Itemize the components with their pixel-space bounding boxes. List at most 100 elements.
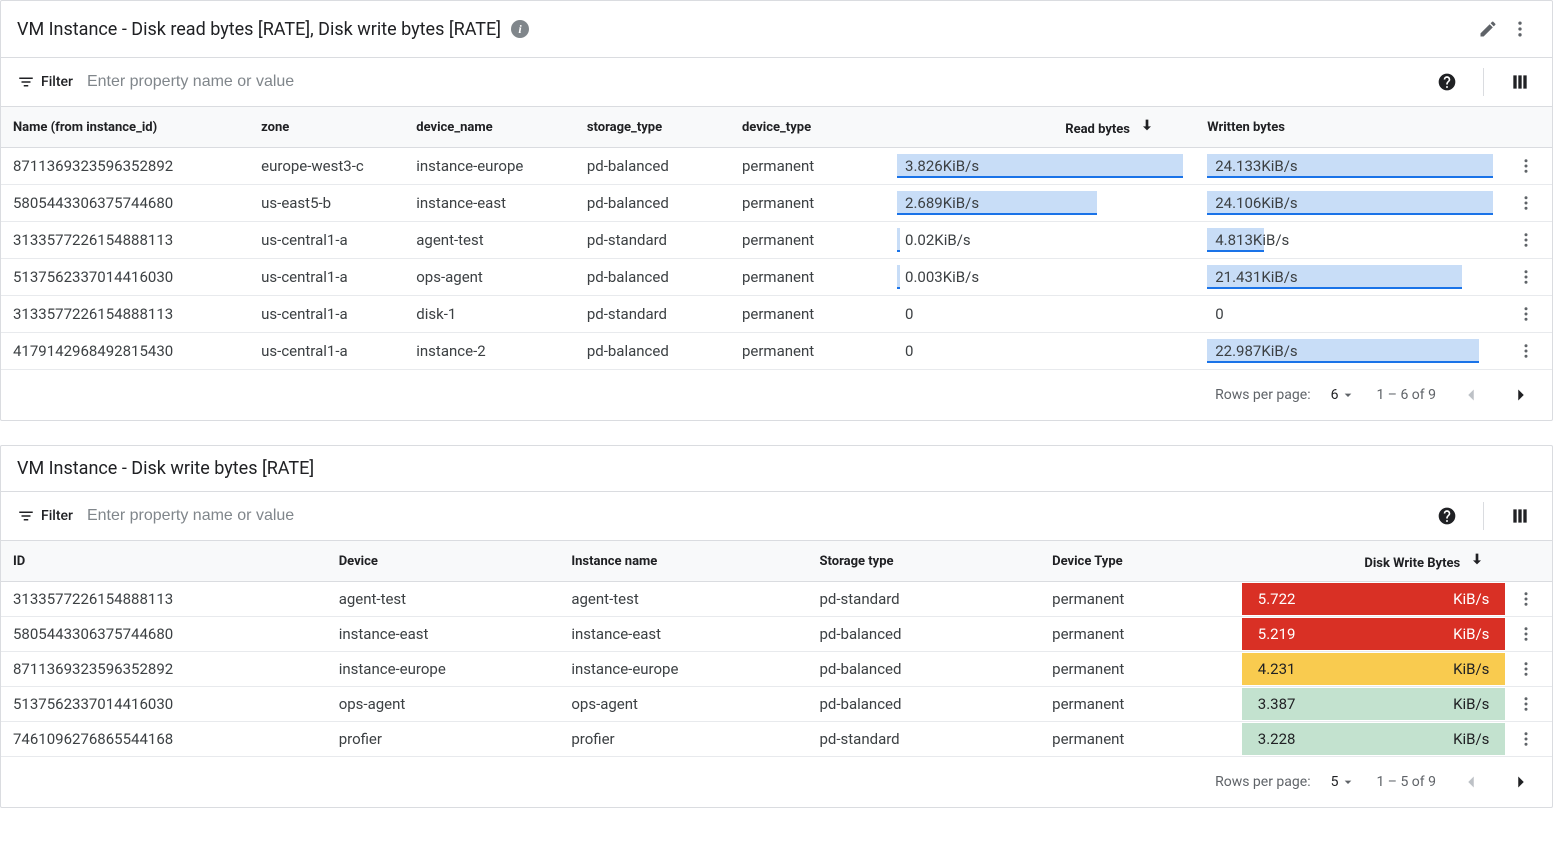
zone: us-central1-a: [249, 296, 404, 333]
zone: us-central1-a: [249, 333, 404, 370]
row-actions-button[interactable]: [1505, 687, 1552, 722]
table-row: 3133577226154888113us-central1-aagent-te…: [1, 222, 1552, 259]
table-row: 7461096276865544168profierprofierpd-stan…: [1, 722, 1552, 757]
storage: pd-standard: [575, 296, 730, 333]
name: 8711369323596352892: [1, 148, 249, 185]
row-actions-button[interactable]: [1505, 296, 1552, 333]
row-actions-button[interactable]: [1505, 259, 1552, 296]
sort-desc-icon: [1139, 122, 1155, 137]
device: instance-europe: [327, 652, 560, 687]
columns-icon[interactable]: [1504, 500, 1536, 532]
dropdown-icon: [1340, 387, 1356, 403]
filter-input[interactable]: [85, 72, 1419, 92]
table-header-row: ID Device Instance name Storage type Dev…: [1, 541, 1552, 582]
storage: pd-balanced: [808, 687, 1041, 722]
zone: us-east5-b: [249, 185, 404, 222]
cell-read: 2.689KiB/s: [885, 185, 1195, 222]
name: 5805443306375744680: [1, 185, 249, 222]
id: 5137562337014416030: [1, 687, 327, 722]
row-actions-button[interactable]: [1505, 148, 1552, 185]
cell-write-bytes: 5.219KiB/s: [1242, 617, 1506, 652]
row-actions-button[interactable]: [1505, 333, 1552, 370]
devtype: permanent: [730, 259, 885, 296]
zone: europe-west3-c: [249, 148, 404, 185]
storage: pd-standard: [575, 222, 730, 259]
filter-list-icon: [17, 73, 35, 91]
filter-input[interactable]: [85, 506, 1419, 526]
row-actions-button[interactable]: [1505, 617, 1552, 652]
table-row: 5805443306375744680us-east5-binstance-ea…: [1, 185, 1552, 222]
row-actions-button[interactable]: [1505, 582, 1552, 617]
device: disk-1: [404, 296, 575, 333]
devtype: permanent: [730, 333, 885, 370]
id: 5805443306375744680: [1, 617, 327, 652]
device: ops-agent: [404, 259, 575, 296]
row-actions-button[interactable]: [1505, 185, 1552, 222]
help-icon[interactable]: [1431, 500, 1463, 532]
pagination: Rows per page: 6 1 – 6 of 9: [1, 370, 1552, 420]
col-storage-type[interactable]: Storage type: [808, 541, 1041, 582]
col-read-bytes[interactable]: Read bytes: [885, 107, 1195, 148]
col-written-bytes[interactable]: Written bytes: [1195, 107, 1505, 148]
columns-icon[interactable]: [1504, 66, 1536, 98]
devtype: permanent: [730, 222, 885, 259]
storage: pd-balanced: [808, 652, 1041, 687]
page-range: 1 – 5 of 9: [1376, 774, 1436, 790]
cell-write-bytes: 5.722KiB/s: [1242, 582, 1506, 617]
rpp-select[interactable]: 5: [1331, 774, 1357, 790]
panel-header: VM Instance - Disk read bytes [RATE], Di…: [1, 1, 1552, 58]
panel-title: VM Instance - Disk write bytes [RATE]: [17, 458, 314, 479]
cell-write-bytes: 3.228KiB/s: [1242, 722, 1506, 757]
col-device-type[interactable]: device_type: [730, 107, 885, 148]
table-write-bytes: ID Device Instance name Storage type Dev…: [1, 541, 1552, 757]
device: ops-agent: [327, 687, 560, 722]
storage: pd-standard: [808, 722, 1041, 757]
col-device-type[interactable]: Device Type: [1040, 541, 1242, 582]
help-icon[interactable]: [1431, 66, 1463, 98]
id: 8711369323596352892: [1, 652, 327, 687]
id: 3133577226154888113: [1, 582, 327, 617]
info-icon[interactable]: i: [511, 20, 529, 38]
rpp-select[interactable]: 6: [1331, 387, 1357, 403]
device: agent-test: [404, 222, 575, 259]
panel-header: VM Instance - Disk write bytes [RATE]: [1, 446, 1552, 492]
row-actions-button[interactable]: [1505, 222, 1552, 259]
name: 3133577226154888113: [1, 222, 249, 259]
rpp-label: Rows per page:: [1215, 387, 1310, 403]
next-page-button[interactable]: [1506, 380, 1536, 410]
panel-read-write: VM Instance - Disk read bytes [RATE], Di…: [0, 0, 1553, 421]
table-row: 3133577226154888113agent-testagent-testp…: [1, 582, 1552, 617]
table-row: 5805443306375744680instance-eastinstance…: [1, 617, 1552, 652]
next-page-button[interactable]: [1506, 767, 1536, 797]
edit-icon[interactable]: [1472, 13, 1504, 45]
col-name[interactable]: Name (from instance_id): [1, 107, 249, 148]
table-row: 8711369323596352892europe-west3-cinstanc…: [1, 148, 1552, 185]
table-row: 3133577226154888113us-central1-adisk-1pd…: [1, 296, 1552, 333]
cell-write: 22.987KiB/s: [1195, 333, 1505, 370]
col-zone[interactable]: zone: [249, 107, 404, 148]
col-device-name[interactable]: device_name: [404, 107, 575, 148]
panel-write-bytes: VM Instance - Disk write bytes [RATE] Fi…: [0, 445, 1553, 808]
devtype: permanent: [1040, 687, 1242, 722]
sort-desc-icon: [1469, 556, 1485, 571]
col-device[interactable]: Device: [327, 541, 560, 582]
row-actions-button[interactable]: [1505, 652, 1552, 687]
col-instance-name[interactable]: Instance name: [559, 541, 807, 582]
device: instance-east: [404, 185, 575, 222]
col-id[interactable]: ID: [1, 541, 327, 582]
storage: pd-balanced: [575, 333, 730, 370]
prev-page-button[interactable]: [1456, 767, 1486, 797]
name: 4179142968492815430: [1, 333, 249, 370]
inst: instance-east: [559, 617, 807, 652]
col-disk-write-bytes[interactable]: Disk Write Bytes: [1242, 541, 1506, 582]
pagination: Rows per page: 5 1 – 5 of 9: [1, 757, 1552, 807]
devtype: permanent: [1040, 652, 1242, 687]
cell-read: 0.003KiB/s: [885, 259, 1195, 296]
row-actions-button[interactable]: [1505, 722, 1552, 757]
table-read-write: Name (from instance_id) zone device_name…: [1, 107, 1552, 370]
prev-page-button[interactable]: [1456, 380, 1486, 410]
storage: pd-balanced: [575, 185, 730, 222]
col-storage-type[interactable]: storage_type: [575, 107, 730, 148]
more-vert-icon[interactable]: [1504, 13, 1536, 45]
storage: pd-standard: [808, 582, 1041, 617]
